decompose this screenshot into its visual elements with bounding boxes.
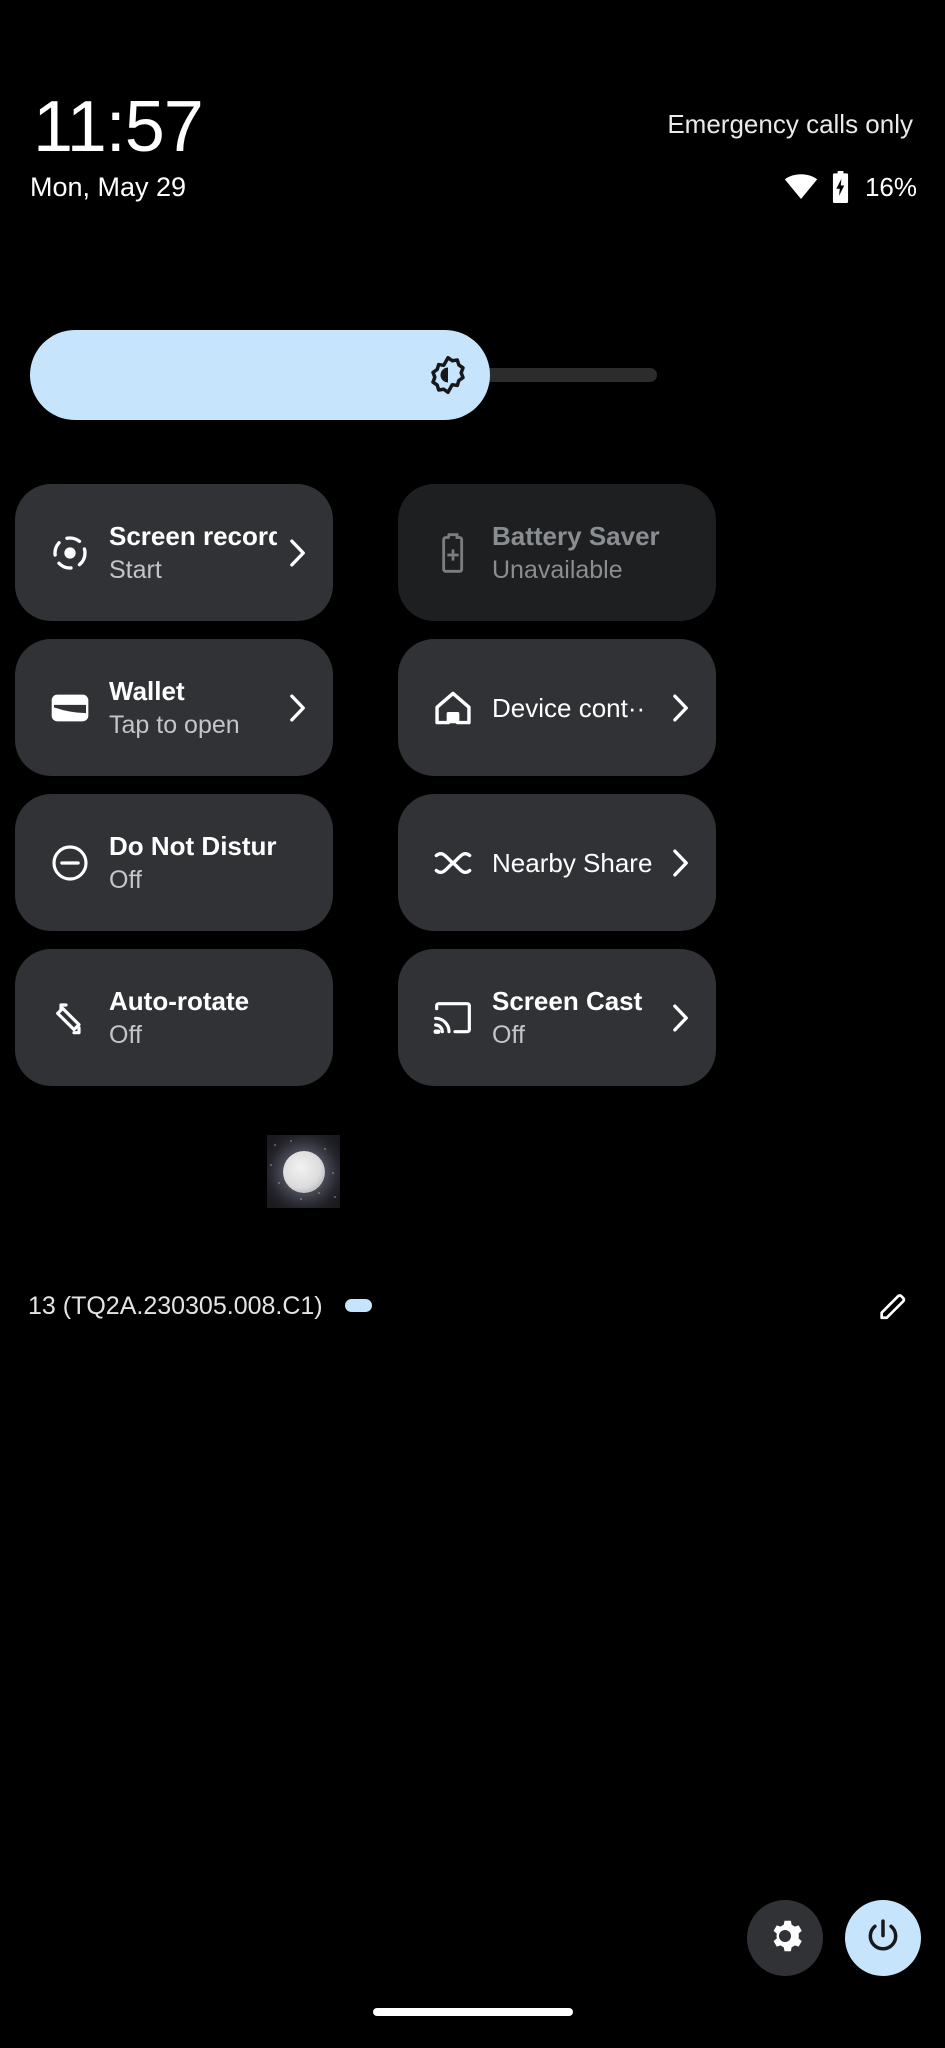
home-icon [432,687,474,729]
power-button[interactable] [845,1900,921,1976]
tile-nearby-share[interactable]: Nearby Share [398,794,716,931]
status-header: 11:57 Emergency calls only Mon, May 29 1… [0,0,945,290]
tile-screen-record[interactable]: Screen record Start [15,484,333,621]
quick-settings-grid: Screen record Start Battery Saver Unavai… [0,484,945,1104]
tile-text: Auto-rotate Off [109,984,277,1052]
tile-title: Nearby Share [492,847,653,878]
tile-battery-saver[interactable]: Battery Saver Unavailable [398,484,716,621]
brightness-icon [428,355,468,395]
tile-subtitle: Start [109,555,162,584]
tile-row: Screen record Start Battery Saver Unavai… [0,484,945,639]
edit-tiles-button[interactable] [873,1287,913,1327]
tile-text: Wallet Tap to open [109,674,277,742]
chevron-right-icon[interactable] [668,848,694,878]
status-icon-group: 16% [784,170,917,204]
tile-text: Screen record Start [109,519,277,587]
tile-subtitle: Tap to open [109,710,240,739]
footer-row: 13 (TQ2A.230305.008.C1) [0,1285,945,1341]
moon-thumbnail [267,1135,340,1208]
power-icon [864,1917,902,1960]
tile-do-not-disturb[interactable]: Do Not Disturb Off [15,794,333,931]
tile-subtitle: Unavailable [492,555,623,584]
tile-text: Do Not Disturb Off [109,829,277,897]
pencil-icon [876,1288,910,1327]
clock[interactable]: 11:57 [33,88,204,166]
tile-title: Screen Cast [492,985,643,1016]
do-not-disturb-icon [49,842,91,884]
brightness-slider-row [0,330,945,420]
tile-title: Auto-rotate [109,985,250,1016]
auto-rotate-icon [49,997,91,1039]
battery-percent-label: 16% [864,172,917,202]
tile-title: Device cont·· [492,692,646,723]
tile-device-controls[interactable]: Device cont·· [398,639,716,776]
battery-saver-icon [432,532,474,574]
nearby-share-icon [432,842,474,884]
tile-screen-cast[interactable]: Screen Cast Off [398,949,716,1086]
settings-button[interactable] [747,1900,823,1976]
navigation-handle[interactable] [372,2008,573,2016]
tile-text: Nearby Share [492,846,660,880]
screen-record-icon [49,532,91,574]
page-dot-active[interactable] [345,1299,372,1312]
tile-title: Screen record [109,520,277,551]
battery-charging-icon [830,171,851,203]
chevron-right-icon[interactable] [285,538,311,568]
tile-subtitle: Off [109,1020,142,1049]
date-label[interactable]: Mon, May 29 [30,170,186,204]
chevron-right-icon[interactable] [668,1003,694,1033]
carrier-label: Emergency calls only [667,109,913,139]
tile-text: Battery Saver Unavailable [492,519,660,587]
screen-cast-icon [432,997,474,1039]
tile-row: Wallet Tap to open Device cont·· [0,639,945,794]
build-number-label: 13 (TQ2A.230305.008.C1) [28,1292,323,1320]
tile-auto-rotate[interactable]: Auto-rotate Off [15,949,333,1086]
chevron-right-icon[interactable] [668,693,694,723]
bottom-action-bar [747,1900,921,1976]
tile-row: Auto-rotate Off Screen Cast Off [0,949,945,1104]
tile-subtitle: Off [492,1020,525,1049]
tile-text: Screen Cast Off [492,984,660,1052]
tile-subtitle: Off [109,865,142,894]
page-indicator[interactable] [345,1299,372,1312]
gear-icon [766,1917,804,1960]
wifi-icon [784,174,818,200]
tile-row: Do Not Disturb Off Nearby Share [0,794,945,949]
tile-title: Do Not Disturb [109,830,277,861]
tile-wallet[interactable]: Wallet Tap to open [15,639,333,776]
tile-text: Device cont·· [492,691,660,725]
brightness-slider[interactable] [30,330,490,420]
moon-orb [282,1150,325,1193]
tile-title: Battery Saver [492,520,660,551]
wallet-icon [49,687,91,729]
tile-title: Wallet [109,675,185,706]
chevron-right-icon[interactable] [285,693,311,723]
